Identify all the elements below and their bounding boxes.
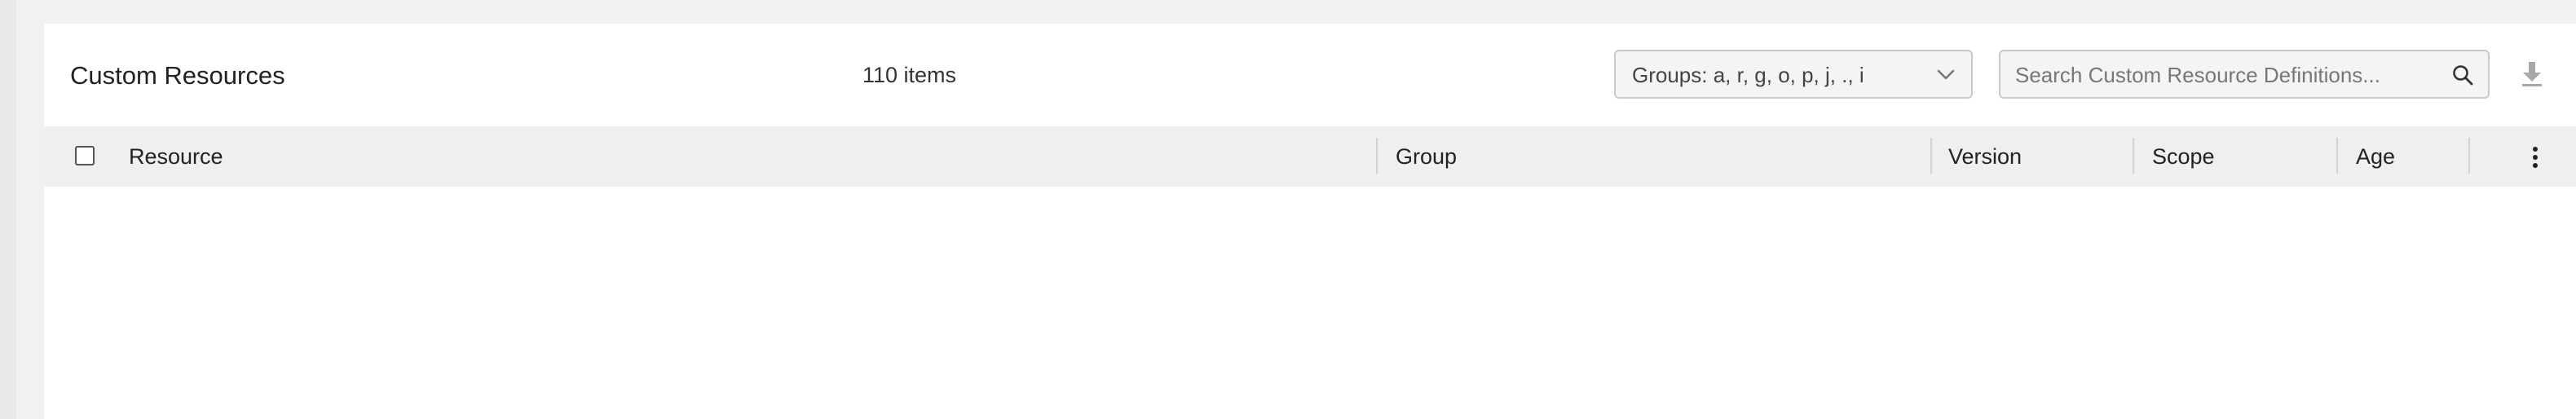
column-header-age[interactable]: Age [2356,142,2395,171]
download-icon [2522,62,2542,86]
search-input[interactable] [2015,60,2439,90]
left-gutter [0,0,16,419]
kebab-menu-icon[interactable] [2519,141,2552,174]
column-divider[interactable] [1930,138,1932,174]
item-count: 110 items [862,63,957,87]
column-header-scope[interactable]: Scope [2152,142,2215,171]
column-header-resource[interactable]: Resource [129,142,223,171]
page-title: Custom Resources [70,61,285,90]
select-all-checkbox[interactable] [75,146,95,165]
groups-filter-select[interactable]: Groups: a, r, g, o, p, j, ., i [1614,50,1973,99]
column-header-version[interactable]: Version [1948,142,2022,171]
custom-resources-panel: Custom Resources 110 items Groups: a, r,… [44,24,2576,419]
column-divider[interactable] [2468,138,2470,174]
toolbar: Custom Resources 110 items Groups: a, r,… [44,24,2576,126]
search-icon[interactable] [2450,63,2475,87]
search-box [1999,50,2490,99]
column-header-group[interactable]: Group [1396,142,1457,171]
chevron-down-icon [1937,69,1955,80]
column-divider[interactable] [1376,138,1378,174]
download-button[interactable] [2514,56,2550,92]
groups-filter-label: Groups: a, r, g, o, p, j, ., i [1632,63,1864,87]
table-header: Resource Group Version Scope Age [44,126,2576,187]
column-divider[interactable] [2336,138,2338,174]
column-divider[interactable] [2133,138,2134,174]
table-body [44,187,2576,419]
